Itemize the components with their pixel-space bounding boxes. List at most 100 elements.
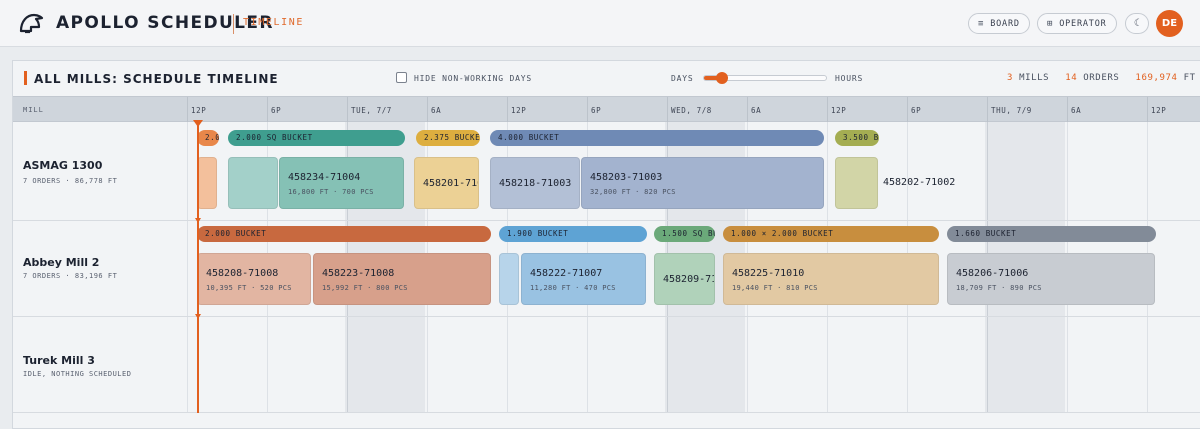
order-block[interactable]: 458202-71002 [875, 157, 985, 209]
order-meta: 11,280 FT · 470 PCS [530, 284, 616, 292]
order-id: 458208-71008 [206, 268, 279, 279]
board-button[interactable]: ≡ BOARD [968, 13, 1030, 34]
tick-divider [827, 97, 828, 123]
mills-label: MILLS [1019, 73, 1050, 83]
time-tick-label: 12P [191, 106, 207, 115]
tick-divider [267, 97, 268, 123]
orders-label: ORDERS [1083, 73, 1120, 83]
tick-divider [507, 97, 508, 123]
order-block[interactable]: 458209-71008 [654, 253, 715, 305]
order-block[interactable]: 458234-71004 16,800 FT · 700 PCS [279, 157, 404, 209]
mill-name[interactable]: Turek Mill 3 [23, 354, 95, 367]
theme-toggle-button[interactable]: ☾ [1125, 13, 1149, 34]
app-title: APOLLO SCHEDULER [56, 13, 274, 33]
feet-unit: FT [1183, 73, 1196, 83]
bucket-label: 2.000 SQ BUCKET [236, 133, 313, 142]
bucket-bar[interactable]: 2.000 BUCKET [197, 226, 491, 242]
order-id: 458222-71007 [530, 268, 603, 279]
order-block[interactable] [228, 157, 278, 209]
time-tick-label: 6A [1071, 106, 1082, 115]
tick-divider [907, 97, 908, 123]
time-tick-label: 12P [831, 106, 847, 115]
time-tick-label: 6P [911, 106, 922, 115]
order-id: 458223-71008 [322, 268, 395, 279]
mill-row: ASMAG 1300 7 ORDERS · 86,778 FT 2.000 SQ… [13, 122, 1200, 221]
board-button-label: BOARD [990, 18, 1020, 29]
tick-divider [587, 97, 588, 123]
tick-divider [427, 97, 428, 123]
order-block[interactable]: 458218-71003 [490, 157, 580, 209]
order-block[interactable]: 458208-71008 10,395 FT · 520 PCS [197, 253, 311, 305]
bucket-label: 2.000 SQ BUCKET [205, 133, 219, 142]
bucket-bar[interactable]: 1.900 BUCKET [499, 226, 647, 242]
tick-divider [747, 97, 748, 123]
bucket-label: 1.000 × 2.000 BUCKET [731, 229, 834, 238]
mills-count: 3 [1007, 73, 1014, 83]
hide-nonworking-checkbox[interactable] [396, 72, 407, 83]
bucket-label: 1.900 BUCKET [507, 229, 569, 238]
order-id: 458218-71003 [499, 178, 572, 189]
order-id: 458225-71010 [732, 268, 805, 279]
bucket-bar[interactable]: 2.000 SQ BUCKET [197, 130, 219, 146]
time-tick-label: 6A [751, 106, 762, 115]
mill-meta: 7 ORDERS · 83,196 FT [23, 272, 118, 280]
time-axis-header: MILL 12P 6P TUE, 7/7 6A 12P 6P WED, 7/8 6A 12P 6P… [13, 96, 1200, 123]
tick-divider [187, 97, 188, 123]
order-block[interactable]: 458223-71008 15,992 FT · 800 PCS [313, 253, 491, 305]
order-block[interactable] [197, 157, 217, 209]
moon-icon: ☾ [1133, 18, 1141, 29]
tick-divider [1067, 97, 1068, 123]
bucket-label: 1.660 BUCKET [955, 229, 1017, 238]
order-block[interactable]: 458225-71010 19,440 FT · 810 PCS [723, 253, 939, 305]
time-tick-label: THU, 7/9 [991, 106, 1032, 115]
zoom-slider-thumb[interactable] [716, 72, 729, 84]
order-id: 458202-71002 [883, 177, 956, 188]
bucket-bar[interactable]: 2.000 SQ BUCKET [228, 130, 405, 146]
order-block[interactable]: 458201-71004 [414, 157, 479, 209]
time-tick-label: 6A [431, 106, 442, 115]
order-id: 458206-71006 [956, 268, 1029, 279]
apollo-helmet-icon [19, 13, 44, 34]
tick-divider [987, 97, 988, 123]
order-meta: 32,800 FT · 820 PCS [590, 188, 676, 196]
orders-count: 14 [1065, 73, 1078, 83]
order-block[interactable] [835, 157, 878, 209]
order-id: 458234-71004 [288, 172, 361, 183]
bucket-bar[interactable]: 1.500 SQ BUCKET [654, 226, 715, 242]
order-block[interactable]: 458222-71007 11,280 FT · 470 PCS [521, 253, 646, 305]
bucket-bar[interactable]: 2.375 BUCKET [416, 130, 480, 146]
order-id: 458201-71004 [423, 178, 478, 189]
view-subtitle: TIMELINE [243, 17, 304, 28]
time-tick-label: WED, 7/8 [671, 106, 712, 115]
bucket-bar[interactable]: 4.000 BUCKET [490, 130, 824, 146]
bucket-label: 1.500 SQ BUCKET [662, 229, 715, 238]
bucket-label: 2.000 BUCKET [205, 229, 267, 238]
user-avatar[interactable]: DE [1156, 10, 1183, 37]
mill-column-label: MILL [23, 106, 44, 114]
time-tick-label: 6P [591, 106, 602, 115]
time-tick-label: 6P [271, 106, 282, 115]
mill-meta: 7 ORDERS · 86,778 FT [23, 177, 118, 185]
order-block[interactable]: 458206-71006 18,709 FT · 890 PCS [947, 253, 1155, 305]
mill-name[interactable]: ASMAG 1300 [23, 159, 102, 172]
order-id: 458203-71003 [590, 172, 663, 183]
order-block[interactable] [499, 253, 519, 305]
current-time-row-marker [195, 314, 201, 319]
list-icon: ≡ [978, 18, 985, 29]
zoom-slider[interactable] [703, 72, 827, 84]
bucket-label: 4.000 BUCKET [498, 133, 560, 142]
bucket-bar[interactable]: 1.000 × 2.000 BUCKET [723, 226, 939, 242]
order-meta: 18,709 FT · 890 PCS [956, 284, 1042, 292]
operator-button[interactable]: ⊞ OPERATOR [1037, 13, 1117, 34]
mill-name[interactable]: Abbey Mill 2 [23, 256, 99, 269]
mill-row: Abbey Mill 2 7 ORDERS · 83,196 FT 2.000 … [13, 221, 1200, 317]
bucket-bar[interactable]: 1.660 BUCKET [947, 226, 1156, 242]
bucket-bar[interactable]: 3.500 BUCKET [835, 130, 879, 146]
time-tick-label: TUE, 7/7 [351, 106, 392, 115]
grid-icon: ⊞ [1047, 18, 1054, 29]
hide-nonworking-label[interactable]: HIDE NON-WORKING DAYS [414, 74, 532, 83]
panel-title: ALL MILLS: SCHEDULE TIMELINE [34, 72, 279, 86]
top-bar: APOLLO SCHEDULER TIMELINE ≡ BOARD ⊞ OPER… [0, 0, 1200, 47]
order-meta: 10,395 FT · 520 PCS [206, 284, 292, 292]
order-block[interactable]: 458203-71003 32,800 FT · 820 PCS [581, 157, 824, 209]
